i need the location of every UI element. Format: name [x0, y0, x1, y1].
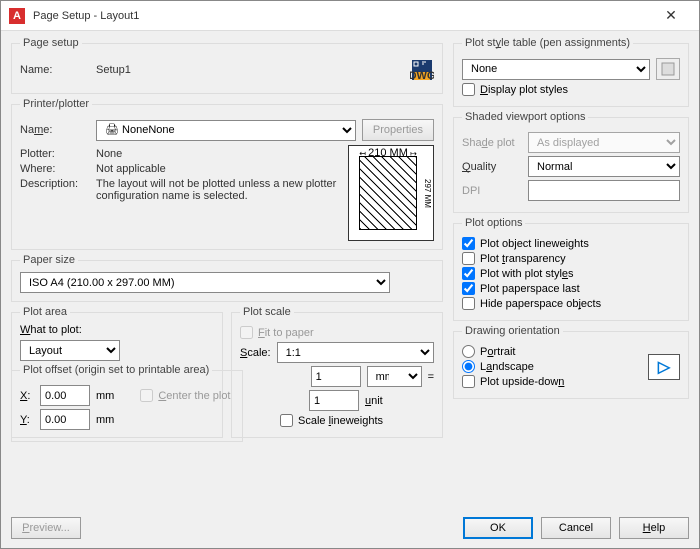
- plotter-label: Plotter:: [20, 148, 90, 160]
- y-unit: mm: [96, 414, 114, 426]
- plot-offset-legend: Plot offset (origin set to printable are…: [20, 364, 212, 376]
- paper-size-select[interactable]: ISO A4 (210.00 x 297.00 MM): [20, 272, 390, 293]
- printer-legend: Printer/plotter: [20, 98, 92, 110]
- dpi-input: [528, 180, 680, 201]
- plot-scale-group: Plot scale Fit to paper Scale: 1:1 mm = un…: [231, 306, 443, 438]
- page-setup-group: Page setup Name: Setup1 DWG: [11, 37, 443, 94]
- dpi-label: DPI: [462, 185, 522, 197]
- display-plot-styles-checkbox[interactable]: [462, 83, 475, 96]
- printer-name-label: Name:: [20, 124, 90, 136]
- scale-select[interactable]: 1:1: [277, 342, 434, 363]
- printer-group: Printer/plotter Name: 🖨 NoneNone Propert…: [11, 98, 443, 250]
- orientation-icon: ▷: [648, 354, 680, 380]
- plot-lineweights-checkbox[interactable]: [462, 237, 475, 250]
- center-plot-label: Center the plot: [158, 390, 230, 402]
- shaded-viewport-legend: Shaded viewport options: [462, 111, 588, 123]
- app-logo-icon: A: [9, 8, 25, 24]
- hide-paperspace-checkbox[interactable]: [462, 297, 475, 310]
- plot-style-group: Plot style table (pen assignments) None …: [453, 37, 689, 107]
- plot-offset-group: Plot offset (origin set to printable are…: [11, 364, 243, 442]
- page-setup-dialog: A Page Setup - Layout1 ✕ Page setup Name…: [0, 0, 700, 549]
- x-label: X:: [20, 390, 34, 402]
- edit-style-button: [656, 58, 680, 80]
- description-value: The layout will not be plotted unless a …: [96, 178, 340, 202]
- preview-button[interactable]: Preview...: [11, 517, 81, 539]
- titlebar: A Page Setup - Layout1 ✕: [1, 1, 699, 31]
- plot-transparency-checkbox[interactable]: [462, 252, 475, 265]
- printer-name-select[interactable]: 🖨 NoneNone: [96, 120, 356, 141]
- landscape-label: Landscape: [480, 361, 534, 373]
- content-area: Page setup Name: Setup1 DWG Printer/plot…: [1, 31, 699, 508]
- shade-plot-label: Shade plot: [462, 137, 522, 149]
- scale-numerator-input[interactable]: [311, 366, 361, 387]
- shade-plot-select: As displayed: [528, 132, 680, 153]
- where-label: Where:: [20, 163, 90, 175]
- fit-to-paper-label: Fit to paper: [258, 327, 314, 339]
- page-setup-legend: Page setup: [20, 37, 82, 49]
- paper-preview: ↤ 210 MM ↦ 297 MM: [348, 145, 434, 241]
- close-button[interactable]: ✕: [651, 2, 691, 30]
- plot-with-styles-label: Plot with plot styles: [480, 268, 574, 280]
- scale-lineweights-checkbox[interactable]: [280, 414, 293, 427]
- ok-button[interactable]: OK: [463, 517, 533, 539]
- page-setup-name-value: Setup1: [96, 64, 404, 76]
- what-to-plot-select[interactable]: Layout: [20, 340, 120, 361]
- plot-style-legend: Plot style table (pen assignments): [462, 37, 633, 49]
- plot-style-select[interactable]: None: [462, 59, 650, 80]
- plot-transparency-label: Plot transparency: [480, 253, 566, 265]
- hide-paperspace-label: Hide paperspace objects: [480, 298, 601, 310]
- plot-lineweights-label: Plot object lineweights: [480, 238, 589, 250]
- upside-down-label: Plot upside-down: [480, 376, 564, 388]
- shaded-viewport-group: Shaded viewport options Shade plot As dis…: [453, 111, 689, 213]
- display-plot-styles-label: Display plot styles: [480, 84, 568, 96]
- upside-down-checkbox[interactable]: [462, 375, 475, 388]
- scale-unit-select[interactable]: mm: [367, 366, 422, 387]
- orientation-legend: Drawing orientation: [462, 325, 563, 337]
- plot-area-legend: Plot area: [20, 306, 70, 318]
- quality-select[interactable]: Normal: [528, 156, 680, 177]
- plot-options-group: Plot options Plot object lineweights Plo…: [453, 217, 689, 321]
- scale-denominator-input[interactable]: [309, 390, 359, 411]
- plot-paperspace-label: Plot paperspace last: [480, 283, 580, 295]
- page-setup-name-label: Name:: [20, 64, 90, 76]
- x-offset-input[interactable]: [40, 385, 90, 406]
- what-to-plot-label: What to plot:: [20, 324, 214, 336]
- portrait-label: Portrait: [480, 346, 515, 358]
- where-value: Not applicable: [96, 163, 166, 175]
- scale-label: Scale:: [240, 347, 271, 359]
- y-offset-input[interactable]: [40, 409, 90, 430]
- unit-label: unit: [365, 395, 420, 407]
- landscape-radio[interactable]: [462, 360, 475, 373]
- plotter-value: None: [96, 148, 122, 160]
- x-unit: mm: [96, 390, 114, 402]
- plot-paperspace-checkbox[interactable]: [462, 282, 475, 295]
- help-button[interactable]: Help: [619, 517, 689, 539]
- dwg-icon: DWG: [410, 58, 434, 82]
- paper-size-legend: Paper size: [20, 254, 78, 266]
- plot-with-styles-checkbox[interactable]: [462, 267, 475, 280]
- description-label: Description:: [20, 178, 90, 190]
- plot-options-legend: Plot options: [462, 217, 525, 229]
- preview-height-label: 297 MM: [418, 156, 432, 230]
- scale-lineweights-label: Scale lineweights: [298, 415, 383, 427]
- paper-size-group: Paper size ISO A4 (210.00 x 297.00 MM): [11, 254, 443, 302]
- equals-label: =: [428, 371, 434, 383]
- fit-to-paper-checkbox: [240, 326, 253, 339]
- cancel-button[interactable]: Cancel: [541, 517, 611, 539]
- plot-scale-legend: Plot scale: [240, 306, 294, 318]
- svg-text:DWG: DWG: [410, 70, 434, 82]
- y-label: Y:: [20, 414, 34, 426]
- properties-button[interactable]: Properties: [362, 119, 434, 141]
- center-plot-checkbox: [140, 389, 153, 402]
- portrait-radio[interactable]: [462, 345, 475, 358]
- footer: Preview... OK Cancel Help: [1, 508, 699, 548]
- edit-icon: [661, 62, 675, 76]
- window-title: Page Setup - Layout1: [33, 10, 651, 22]
- quality-label: Quality: [462, 161, 522, 173]
- orientation-group: Drawing orientation Portrait Landscape P…: [453, 325, 689, 399]
